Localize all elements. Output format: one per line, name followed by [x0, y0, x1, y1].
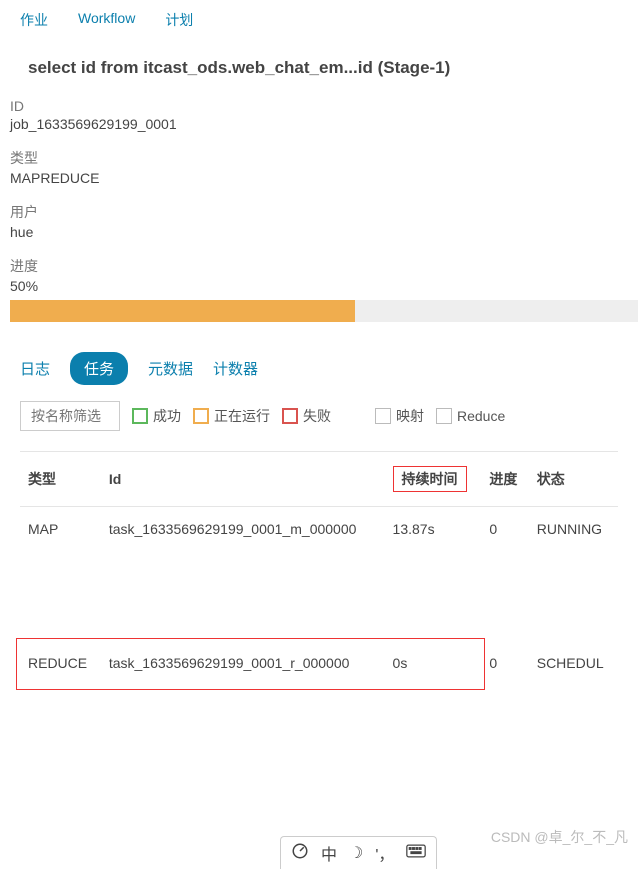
value-user: hue — [10, 224, 628, 240]
tab-log[interactable]: 日志 — [20, 358, 50, 379]
comma-icon[interactable]: '， — [375, 841, 394, 865]
success-box-icon — [132, 408, 148, 424]
top-nav: 作业 Workflow 计划 — [0, 0, 638, 40]
th-id[interactable]: Id — [101, 452, 385, 507]
th-duration[interactable]: 持续时间 — [385, 452, 482, 507]
filter-reduce-label: Reduce — [457, 408, 505, 424]
tab-counters[interactable]: 计数器 — [213, 358, 258, 379]
filter-reduce[interactable]: Reduce — [436, 408, 505, 424]
running-box-icon — [193, 408, 209, 424]
filter-input[interactable] — [20, 401, 120, 431]
checkbox-icon — [436, 408, 452, 424]
value-progress: 50% — [10, 278, 628, 294]
cell-progress: 0 — [481, 641, 528, 685]
ime-toolbar[interactable]: 中 ☽ '， — [280, 836, 437, 869]
cell-duration: 13.87s — [385, 507, 482, 552]
filter-success-label: 成功 — [153, 406, 181, 426]
filter-failed[interactable]: 失败 — [282, 406, 331, 426]
tasks-table: 类型 Id 持续时间 进度 状态 MAP task_1633569629199_… — [20, 452, 618, 685]
keyboard-icon[interactable] — [406, 844, 426, 863]
th-status[interactable]: 状态 — [529, 452, 618, 507]
gauge-icon[interactable] — [291, 842, 309, 865]
nav-plan[interactable]: 计划 — [165, 10, 193, 30]
cell-type: MAP — [20, 507, 101, 552]
filter-map-label: 映射 — [396, 406, 424, 426]
label-user: 用户 — [10, 202, 628, 222]
filter-success[interactable]: 成功 — [132, 406, 181, 426]
watermark: CSDN @卓_尔_不_凡 — [491, 827, 628, 847]
tab-metadata[interactable]: 元数据 — [148, 358, 193, 379]
filter-row: 成功 正在运行 失败 映射 Reduce — [0, 401, 638, 451]
progress-bar — [10, 300, 638, 322]
failed-box-icon — [282, 408, 298, 424]
tasks-table-wrap: 类型 Id 持续时间 进度 状态 MAP task_1633569629199_… — [20, 451, 618, 725]
cell-status: SCHEDUL — [529, 641, 618, 685]
nav-workflow[interactable]: Workflow — [78, 10, 135, 30]
label-progress: 进度 — [10, 256, 628, 276]
filter-running-label: 正在运行 — [214, 406, 270, 426]
nav-jobs[interactable]: 作业 — [20, 10, 48, 30]
value-id: job_1633569629199_0001 — [10, 116, 628, 132]
table-row[interactable]: REDUCE task_1633569629199_0001_r_000000 … — [20, 641, 618, 685]
cell-status: RUNNING — [529, 507, 618, 552]
cell-id: task_1633569629199_0001_r_000000 — [101, 641, 385, 685]
checkbox-icon — [375, 408, 391, 424]
filter-map[interactable]: 映射 — [375, 406, 424, 426]
sub-tabs: 日志 任务 元数据 计数器 — [0, 322, 638, 401]
cell-progress: 0 — [481, 507, 528, 552]
page-title: select id from itcast_ods.web_chat_em...… — [0, 40, 638, 88]
th-progress[interactable]: 进度 — [481, 452, 528, 507]
value-type: MAPREDUCE — [10, 170, 628, 186]
cell-type: REDUCE — [20, 641, 101, 685]
moon-icon[interactable]: ☽ — [349, 843, 363, 863]
filter-running[interactable]: 正在运行 — [193, 406, 270, 426]
cell-duration: 0s — [385, 641, 482, 685]
cell-id: task_1633569629199_0001_m_000000 — [101, 507, 385, 552]
label-type: 类型 — [10, 148, 628, 168]
ime-label[interactable]: 中 — [321, 841, 337, 865]
filter-failed-label: 失败 — [303, 406, 331, 426]
table-row[interactable]: MAP task_1633569629199_0001_m_000000 13.… — [20, 507, 618, 552]
label-id: ID — [10, 98, 628, 114]
th-type[interactable]: 类型 — [20, 452, 101, 507]
tab-tasks[interactable]: 任务 — [70, 352, 128, 385]
